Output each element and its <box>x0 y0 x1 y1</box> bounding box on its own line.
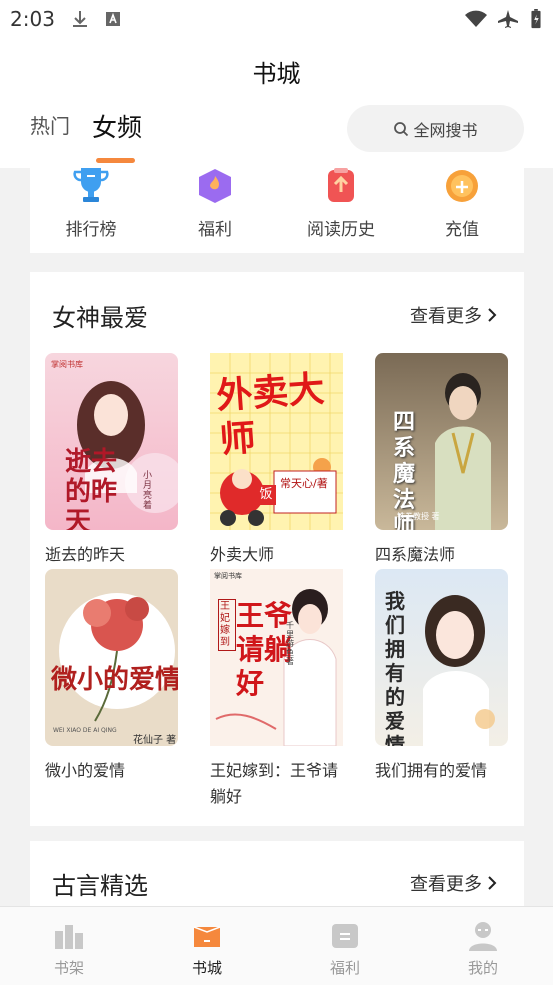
cover-author: 千里游鱼 著 <box>286 621 294 666</box>
cover-subtitle: 王妃嫁到 <box>218 599 236 651</box>
chevron-right-icon <box>488 308 497 322</box>
tab-bookstore[interactable]: 书城 <box>138 907 276 985</box>
status-bar: 2:03 <box>0 0 553 40</box>
section-title: 女神最爱 <box>52 304 148 332</box>
cover-badge: 饭 <box>256 485 276 505</box>
book-name: 四系魔法师 <box>375 545 456 564</box>
quick-link-label: 排行榜 <box>65 220 117 240</box>
cover-author: 常天心/著 <box>280 477 328 490</box>
cover-illustration <box>45 569 178 746</box>
cover-author: 小月亮着 <box>143 471 153 511</box>
wifi-icon <box>465 10 487 27</box>
view-more-label: 查看更多 <box>410 306 482 327</box>
history-icon <box>328 168 354 202</box>
text-app-icon <box>106 12 120 26</box>
section-goddess-favorites: 女神最爱 查看更多 掌阅书库 逝去的昨天 小月亮着 逝去的昨天 外卖大师 常天心… <box>30 272 524 826</box>
book-card[interactable]: 四系魔法师 铁拳教授 著 四系魔法师 <box>375 353 508 568</box>
gift-icon <box>199 169 231 203</box>
book-cover: 掌阅书库 王妃嫁到 王爷请躺好 千里游鱼 著 <box>210 569 343 746</box>
section-ancient-picks: 古言精选 查看更多 <box>30 841 524 906</box>
book-name: 微小的爱情 <box>45 761 126 780</box>
book-card[interactable]: 掌阅书库 王妃嫁到 王爷请躺好 千里游鱼 著 王妃嫁到：王爷请躺好 <box>210 569 343 810</box>
cover-title: 我们拥有的爱情 <box>385 589 405 746</box>
view-more-button[interactable]: 查看更多 <box>410 870 498 896</box>
quick-link-label: 阅读历史 <box>307 220 375 240</box>
status-time: 2:03 <box>10 7 55 31</box>
bottom-tab-bar: 书架 书城 福利 我的 <box>0 906 553 985</box>
tab-label: 书架 <box>53 959 84 977</box>
book-cover: 微小的爱情 WEI XIAO DE AI QING 花仙子 著 <box>45 569 178 746</box>
chevron-right-icon <box>488 876 497 890</box>
book-card[interactable]: 掌阅书库 逝去的昨天 小月亮着 逝去的昨天 <box>45 353 178 568</box>
quick-links: 排行榜 福利 阅读历史 充值 <box>30 168 524 253</box>
book-card[interactable]: 外卖大师 常天心/著 饭 外卖大师 <box>210 353 343 568</box>
page-title: 书城 <box>252 60 301 88</box>
battery-icon <box>531 9 541 29</box>
book-name: 外卖大师 <box>210 545 275 564</box>
search-icon <box>394 121 409 136</box>
cover-pinyin: WEI XIAO DE AI QING <box>53 727 117 734</box>
tab-bookshelf[interactable]: 书架 <box>0 907 138 985</box>
cover-title: 逝去的昨天 <box>65 447 118 530</box>
tab-label: 书城 <box>191 959 222 977</box>
view-more-button[interactable]: 查看更多 <box>410 302 498 328</box>
cover-title: 外卖大师 <box>215 368 326 462</box>
cover-author: 铁拳教授 著 <box>397 512 440 521</box>
bookstore-icon <box>193 926 221 947</box>
section-title: 古言精选 <box>52 872 148 900</box>
book-cover: 我们拥有的爱情 <box>375 569 508 746</box>
search-label: 全网搜书 <box>413 120 478 140</box>
tab-female[interactable]: 女频 <box>92 108 142 144</box>
welfare-icon <box>332 924 358 948</box>
book-card[interactable]: 微小的爱情 WEI XIAO DE AI QING 花仙子 著 微小的爱情 <box>45 569 178 784</box>
download-icon <box>73 11 87 27</box>
airplane-icon <box>498 10 518 28</box>
book-card[interactable]: 我们拥有的爱情 我们拥有的爱情 <box>375 569 508 784</box>
search-button[interactable]: 全网搜书 <box>347 105 524 152</box>
cover-author: 花仙子 著 <box>133 735 177 746</box>
cover-title: 王爷请躺好 <box>236 599 293 700</box>
book-name: 逝去的昨天 <box>45 545 126 564</box>
tab-label: 福利 <box>329 959 360 977</box>
book-cover: 掌阅书库 逝去的昨天 小月亮着 <box>45 353 178 530</box>
trophy-icon <box>73 168 109 202</box>
tab-hot[interactable]: 热门 <box>30 110 70 139</box>
quick-link-label: 福利 <box>198 220 232 240</box>
cover-title: 微小的爱情 <box>51 665 178 695</box>
profile-icon <box>469 922 497 951</box>
cover-badge: 掌阅书库 <box>51 360 83 369</box>
bookshelf-icon <box>55 925 83 949</box>
coin-icon <box>446 170 478 202</box>
book-cover: 外卖大师 常天心/著 饭 <box>210 353 343 530</box>
book-cover: 四系魔法师 铁拳教授 著 <box>375 353 508 530</box>
tab-profile[interactable]: 我的 <box>414 907 552 985</box>
tab-welfare[interactable]: 福利 <box>276 907 414 985</box>
book-name: 王妃嫁到：王爷请躺好 <box>210 761 339 806</box>
quick-link-label: 充值 <box>445 220 479 240</box>
tab-active-indicator <box>96 158 135 163</box>
book-name: 我们拥有的爱情 <box>375 761 488 780</box>
view-more-label: 查看更多 <box>410 874 482 895</box>
cover-badge: 掌阅书库 <box>214 572 242 580</box>
header: 书城 热门 女频 全网搜书 <box>0 40 553 168</box>
tab-label: 我的 <box>467 959 498 977</box>
